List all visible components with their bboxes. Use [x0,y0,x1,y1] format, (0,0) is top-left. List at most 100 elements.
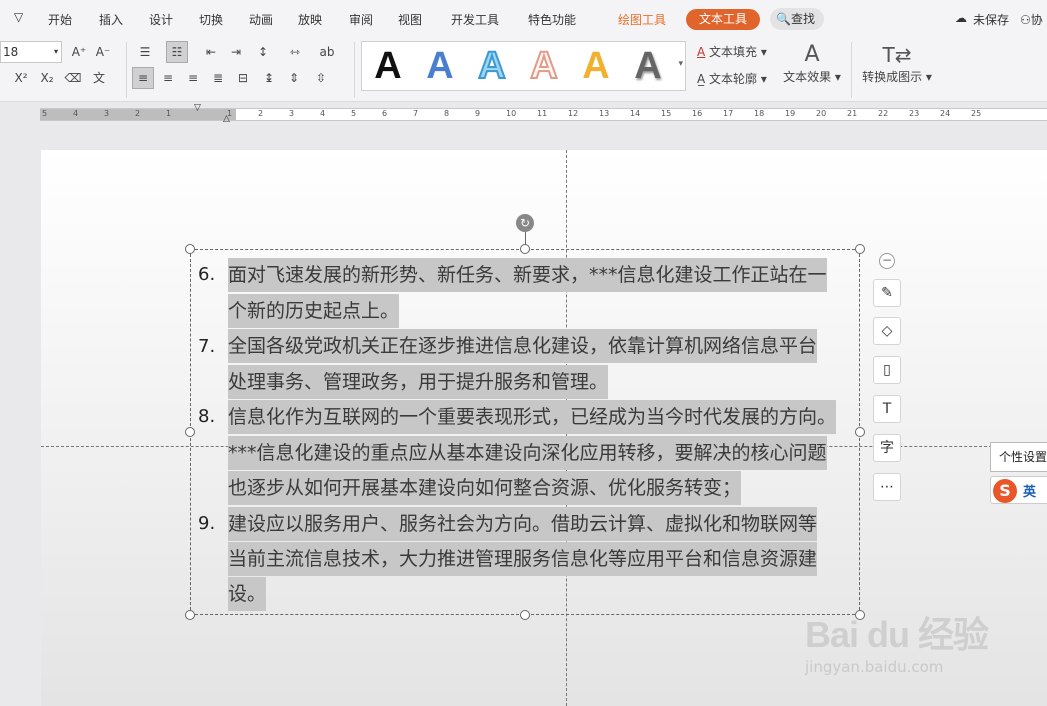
list-item-line[interactable]: 个新的历史起点上。 [228,294,400,328]
text-fill-button[interactable]: A 文本填充 ▾ [697,43,767,60]
list-item-line[interactable]: 处理事务、管理政务，用于提升服务和管理。 [228,365,609,399]
text-fill-icon: A [697,45,706,59]
line-spacing-dropdown-icon[interactable]: ⇳ [310,67,332,89]
tab-design[interactable]: 设计 [149,11,173,28]
increase-indent-icon[interactable]: ⇥ [225,41,247,63]
ruler-number: 21 [847,109,858,118]
list-number: 9. [198,513,216,534]
ime-mode-indicator[interactable]: 英 [1023,481,1036,500]
justify-icon[interactable]: ≣ [207,67,229,89]
increase-font-icon[interactable]: A⁺ [68,41,90,63]
search-icon: 🔍 [776,12,791,26]
tab-text-tools[interactable]: 文本工具 [686,9,760,30]
list-item-line[interactable]: ***信息化建设的重点应从基本建设向深化应用转移，要解决的核心问题 [228,436,827,470]
font-size-value: 18 [3,45,19,59]
list-item-line[interactable]: 设。 [228,577,267,611]
tab-insert[interactable]: 插入 [99,11,123,28]
tab-slideshow[interactable]: 放映 [298,11,322,28]
ruler-number: 2 [258,109,264,118]
sogou-logo-icon: S [993,479,1017,503]
watermark-logo: Bai du 经验 [805,614,989,655]
paragraph-spacing-icon[interactable]: ⇕ [283,67,305,89]
asian-layout-icon[interactable]: ab [316,41,338,63]
text-outline-icon: A̲ [697,72,706,86]
tab-view[interactable]: 视图 [398,11,422,28]
tab-special-features[interactable]: 特色功能 [528,11,576,28]
pencil-icon[interactable]: ✎ [873,279,901,307]
resize-handle-bottom-left[interactable] [185,610,195,620]
tab-animations[interactable]: 动画 [249,11,273,28]
resize-handle-left[interactable] [185,427,195,437]
text-style-pink-outline[interactable]: A [522,45,566,87]
text-style-light-blue[interactable]: A [470,45,514,87]
tab-drawing-tools[interactable]: 绘图工具 [618,11,666,28]
list-item-line[interactable]: 面对飞速发展的新形势、新任务、新要求，***信息化建设工作正站在一 [228,258,827,292]
list-item-line[interactable]: 当前主流信息技术，大力推进管理服务信息化等应用平台和信息资源建 [228,542,818,576]
divider [126,42,127,98]
resize-handle-bottom[interactable] [520,610,530,620]
numbered-list-icon[interactable]: ☷ [166,41,188,63]
outline-icon[interactable]: ▯ [873,356,901,384]
tab-start[interactable]: 开始 [48,11,72,28]
list-item-line[interactable]: 建设应以服务用户、服务社会为方向。借助云计算、虚拟化和物联网等 [228,507,818,541]
ime-toolbar[interactable]: S 英 [990,476,1047,504]
hanging-indent-marker[interactable]: △ [223,114,230,124]
decrease-font-icon[interactable]: A⁻ [92,41,114,63]
sort-icon[interactable]: ↕ [252,41,274,63]
more-icon[interactable]: ⋯ [873,473,901,501]
rotate-handle-icon[interactable]: ↻ [516,214,534,232]
decrease-indent-icon[interactable]: ⇤ [200,41,222,63]
collapse-icon[interactable]: − [879,253,895,269]
tab-developer[interactable]: 开发工具 [451,11,499,28]
list-item-line[interactable]: 全国各级党政机关正在逐步推进信息化建设，依靠计算机网络信息平台 [228,329,818,363]
collaborate-button[interactable]: ⚇协 [1020,11,1043,28]
menu-bar: ▽ 开始 插入 设计 切换 动画 放映 审阅 视图 开发工具 特色功能 绘图工具… [0,0,1047,38]
ruler-number: 15 [661,109,672,118]
text-effect-label: 文本效果 [783,70,832,84]
subscript-icon[interactable]: X₂ [36,67,58,89]
line-spacing-icon[interactable]: ↨ [258,67,280,89]
text-style-black[interactable]: A [366,46,410,86]
convert-to-diagram-button[interactable]: T⇄ 转换成图示 ▾ [861,42,933,85]
resize-handle-top-right[interactable] [855,244,865,254]
text-direction-icon[interactable]: ⇿ [284,41,306,63]
text-style-gray[interactable]: A [626,46,670,86]
tab-transitions[interactable]: 切换 [199,11,223,28]
list-item-line[interactable]: 也逐步从如何开展基本建设向如何整合资源、优化服务转变； [228,471,742,505]
tab-review[interactable]: 审阅 [349,11,373,28]
superscript-icon[interactable]: X² [10,67,32,89]
resize-handle-top-left[interactable] [185,244,195,254]
text-box-icon[interactable]: T [873,395,901,423]
resize-handle-top[interactable] [520,244,530,254]
phonetic-icon[interactable]: 文 [88,67,110,89]
list-item-line[interactable]: 信息化作为互联网的一个重要表现形式，已经成为当今时代发展的方向。 [228,400,837,434]
gallery-more-icon[interactable]: ▾ [678,59,683,69]
chevron-down-icon[interactable]: ▽ [14,10,23,24]
text-style-orange[interactable]: A [574,46,618,86]
align-left-icon[interactable]: ≡ [132,67,154,89]
ruler-number: 10 [506,109,517,118]
text-style-blue[interactable]: A [418,46,462,86]
distribute-icon[interactable]: ⊟ [232,67,254,89]
align-right-icon[interactable]: ≡ [182,67,204,89]
unsaved-status[interactable]: 未保存 [973,11,1009,28]
ruler-number: 12 [568,109,579,118]
ruler-number: 4 [320,109,326,118]
bullet-list-icon[interactable]: ☰ [134,41,156,63]
cloud-icon[interactable]: ☁ [955,11,967,25]
ruler-number: 11 [537,109,548,118]
font-size-select[interactable]: 18 ▾ [0,41,62,63]
divider [354,42,355,98]
ruler-number: 1 [166,109,172,118]
first-line-indent-marker[interactable]: ▽ [194,103,201,113]
align-center-icon[interactable]: ≡ [157,67,179,89]
character-icon[interactable]: 字 [873,434,901,462]
ruler-number: 17 [723,109,734,118]
resize-handle-right[interactable] [855,427,865,437]
ruler-number: 14 [630,109,641,118]
fill-bucket-icon[interactable]: ◇ [873,317,901,345]
text-outline-button[interactable]: A̲ 文本轮廓 ▾ [697,70,767,87]
search-box[interactable]: 🔍查找 [770,8,824,30]
text-effect-button[interactable]: A 文本效果 ▾ [783,42,841,85]
eraser-icon[interactable]: ⌫ [62,67,84,89]
